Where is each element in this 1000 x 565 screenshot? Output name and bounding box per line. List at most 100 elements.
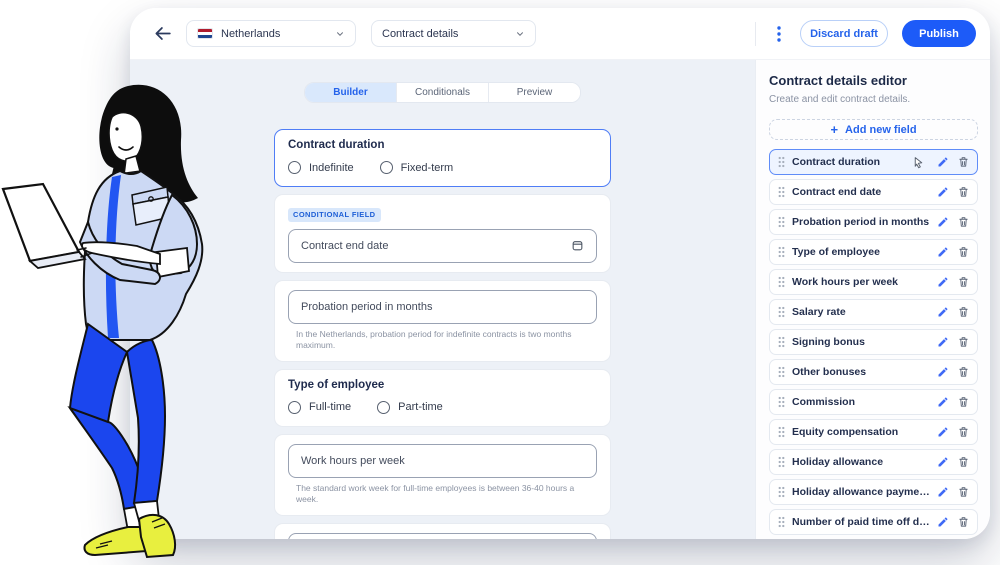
edit-icon[interactable] bbox=[937, 156, 949, 168]
edit-icon[interactable] bbox=[937, 186, 949, 198]
trash-icon[interactable] bbox=[958, 156, 969, 168]
trash-icon[interactable] bbox=[958, 246, 969, 258]
radio-option-label: Full-time bbox=[309, 401, 351, 413]
tab-preview[interactable]: Preview bbox=[489, 83, 580, 102]
template-select-value: Contract details bbox=[382, 28, 458, 40]
builder-tab-bar: Builder Conditionals Preview bbox=[304, 82, 581, 103]
more-options-button[interactable] bbox=[768, 21, 790, 47]
calendar-icon[interactable] bbox=[571, 239, 584, 252]
drag-handle-icon[interactable] bbox=[778, 366, 785, 378]
drag-handle-icon[interactable] bbox=[778, 426, 785, 438]
edit-icon[interactable] bbox=[937, 216, 949, 228]
drag-handle-icon[interactable] bbox=[778, 486, 785, 498]
trash-icon[interactable] bbox=[958, 456, 969, 468]
radio-option-part-time[interactable]: Part-time bbox=[377, 401, 443, 414]
field-title: Contract duration bbox=[288, 139, 597, 151]
field-list-item[interactable]: Commission bbox=[769, 389, 978, 415]
edit-icon[interactable] bbox=[937, 516, 949, 528]
radio-option-label: Fixed-term bbox=[401, 162, 454, 174]
contract-end-date-input[interactable]: Contract end date bbox=[288, 229, 597, 263]
drag-handle-icon[interactable] bbox=[778, 396, 785, 408]
radio-icon bbox=[377, 401, 390, 414]
card-salary-rate[interactable]: Salary rate bbox=[274, 523, 611, 539]
radio-option-fixed-term[interactable]: Fixed-term bbox=[380, 161, 454, 174]
salary-rate-select[interactable]: Salary rate bbox=[288, 533, 597, 539]
field-list-item[interactable]: Signing bonus bbox=[769, 329, 978, 355]
country-select[interactable]: Netherlands bbox=[186, 20, 356, 47]
edit-icon[interactable] bbox=[937, 366, 949, 378]
trash-icon[interactable] bbox=[958, 366, 969, 378]
field-item-label: Commission bbox=[792, 396, 931, 408]
field-item-label: Holiday allowance payment fre... bbox=[792, 486, 931, 498]
discard-draft-button[interactable]: Discard draft bbox=[800, 20, 888, 47]
trash-icon[interactable] bbox=[958, 426, 969, 438]
tab-builder[interactable]: Builder bbox=[305, 83, 397, 102]
edit-icon[interactable] bbox=[937, 246, 949, 258]
drag-handle-icon[interactable] bbox=[778, 246, 785, 258]
back-arrow-icon bbox=[154, 24, 173, 43]
drag-handle-icon[interactable] bbox=[778, 306, 785, 318]
radio-option-label: Part-time bbox=[398, 401, 443, 413]
drag-handle-icon[interactable] bbox=[778, 216, 785, 228]
field-list-item[interactable]: Salary rate bbox=[769, 299, 978, 325]
field-list-item[interactable]: Contract end date bbox=[769, 179, 978, 205]
input-placeholder: Probation period in months bbox=[301, 301, 432, 313]
field-list-item[interactable]: Number of paid time off days bbox=[769, 509, 978, 535]
work-hours-input[interactable]: Work hours per week bbox=[288, 444, 597, 478]
panel-subtitle: Create and edit contract details. bbox=[769, 94, 978, 105]
radio-option-indefinite[interactable]: Indefinite bbox=[288, 161, 354, 174]
drag-handle-icon[interactable] bbox=[778, 516, 785, 528]
field-list-item[interactable]: Equity compensation bbox=[769, 419, 978, 445]
edit-icon[interactable] bbox=[937, 276, 949, 288]
trash-icon[interactable] bbox=[958, 516, 969, 528]
edit-icon[interactable] bbox=[937, 426, 949, 438]
card-probation-period[interactable]: Probation period in months In the Nether… bbox=[274, 280, 611, 362]
work-hours-helper-text: The standard work week for full-time emp… bbox=[296, 483, 597, 505]
field-list-item[interactable]: Type of employee bbox=[769, 239, 978, 265]
country-select-value: Netherlands bbox=[221, 28, 280, 40]
radio-group: Indefinite Fixed-term bbox=[288, 159, 597, 177]
chevron-down-icon bbox=[515, 29, 525, 39]
edit-icon[interactable] bbox=[937, 306, 949, 318]
topbar-divider bbox=[755, 22, 756, 46]
trash-icon[interactable] bbox=[958, 276, 969, 288]
field-list-item[interactable]: Holiday allowance payment fre... bbox=[769, 479, 978, 505]
probation-period-input[interactable]: Probation period in months bbox=[288, 290, 597, 324]
card-type-of-employee[interactable]: Type of employee Full-time Part-time bbox=[274, 369, 611, 427]
drag-handle-icon[interactable] bbox=[778, 456, 785, 468]
edit-icon[interactable] bbox=[937, 336, 949, 348]
tab-conditionals[interactable]: Conditionals bbox=[397, 83, 489, 102]
radio-option-full-time[interactable]: Full-time bbox=[288, 401, 351, 414]
edit-icon[interactable] bbox=[937, 456, 949, 468]
field-item-label: Holiday allowance bbox=[792, 456, 931, 468]
edit-icon[interactable] bbox=[937, 396, 949, 408]
publish-button[interactable]: Publish bbox=[902, 20, 976, 47]
card-work-hours[interactable]: Work hours per week The standard work we… bbox=[274, 434, 611, 516]
drag-handle-icon[interactable] bbox=[778, 186, 785, 198]
trash-icon[interactable] bbox=[958, 216, 969, 228]
trash-icon[interactable] bbox=[958, 306, 969, 318]
field-list-item[interactable]: Holiday allowance bbox=[769, 449, 978, 475]
field-item-label: Type of employee bbox=[792, 246, 931, 258]
drag-handle-icon[interactable] bbox=[778, 156, 785, 168]
template-select[interactable]: Contract details bbox=[371, 20, 536, 47]
card-contract-duration[interactable]: Contract duration Indefinite Fixed-term bbox=[274, 129, 611, 187]
drag-handle-icon[interactable] bbox=[778, 276, 785, 288]
edit-icon[interactable] bbox=[937, 486, 949, 498]
field-item-label: Salary rate bbox=[792, 306, 931, 318]
field-list-item[interactable]: Probation period in months bbox=[769, 209, 978, 235]
field-list-item[interactable]: Contract duration bbox=[769, 149, 978, 175]
trash-icon[interactable] bbox=[958, 396, 969, 408]
field-list-item[interactable]: Work hours per week bbox=[769, 269, 978, 295]
trash-icon[interactable] bbox=[958, 336, 969, 348]
trash-icon[interactable] bbox=[958, 486, 969, 498]
radio-option-label: Indefinite bbox=[309, 162, 354, 174]
field-list-item[interactable]: Other bonuses bbox=[769, 359, 978, 385]
drag-handle-icon[interactable] bbox=[778, 336, 785, 348]
trash-icon[interactable] bbox=[958, 186, 969, 198]
radio-icon bbox=[288, 161, 301, 174]
radio-group: Full-time Part-time bbox=[288, 399, 597, 417]
back-button[interactable] bbox=[150, 21, 176, 47]
add-new-field-button[interactable]: + Add new field bbox=[769, 119, 978, 140]
card-contract-end-date[interactable]: CONDITIONAL FIELD Contract end date bbox=[274, 194, 611, 273]
